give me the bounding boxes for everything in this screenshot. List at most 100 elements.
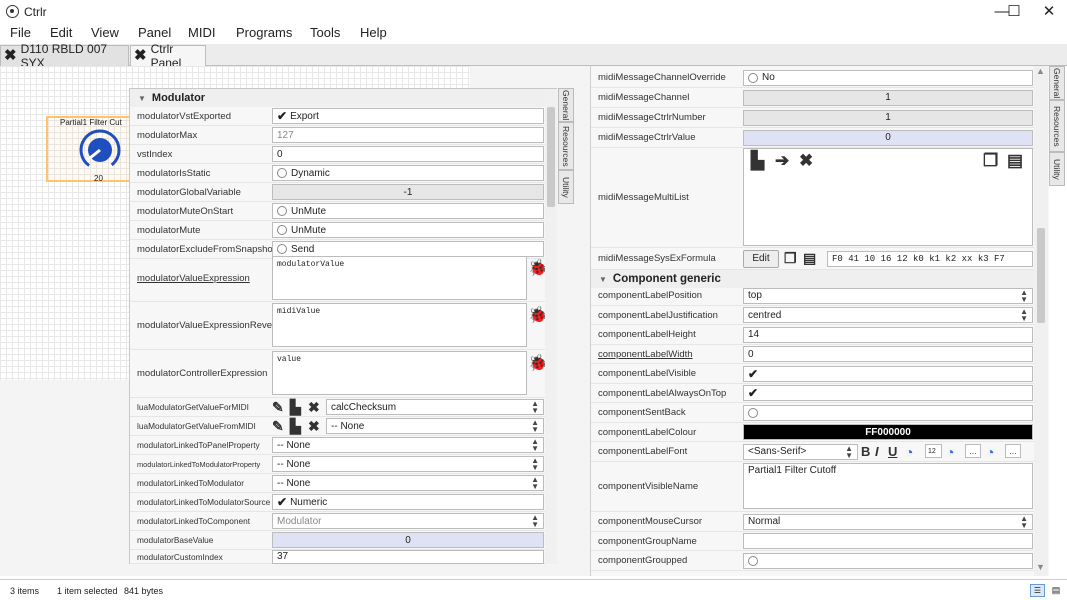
font-size-field[interactable]: 12 <box>925 444 942 458</box>
details-view-icon[interactable]: ☰ <box>1030 584 1045 597</box>
close-button[interactable]: ✕ <box>1032 0 1066 24</box>
menu-panel[interactable]: Panel <box>138 25 171 40</box>
collapse-icon[interactable]: ▼ <box>599 275 607 284</box>
label-width-field[interactable]: 0 <box>743 346 1033 362</box>
ctrlr-number-slider[interactable]: 1 <box>743 109 1033 126</box>
edit-pencil-icon[interactable]: ✎ <box>272 399 284 416</box>
tab-ctrlr-panel[interactable]: ✖ Ctrlr Panel <box>130 42 206 70</box>
new-file-icon[interactable]: ▙ <box>290 399 301 416</box>
label-always-on-top-checkbox[interactable]: ✔ <box>743 385 1033 401</box>
sent-back-radio[interactable] <box>743 404 1033 421</box>
delete-x-icon[interactable]: ✖ <box>308 399 320 416</box>
label-height-field[interactable]: 14 <box>743 326 1033 343</box>
copy-icon[interactable]: ❐ <box>784 250 797 267</box>
copy-icon[interactable]: ❐ <box>983 151 998 171</box>
linked-modulator-property-select[interactable]: -- None ▲ ▼ <box>272 456 544 472</box>
ctrlr-value-slider[interactable]: 0 <box>743 129 1033 146</box>
font-rotate-icon[interactable]: ◔ <box>905 444 913 460</box>
label-font-select[interactable]: <Sans-Serif> ▲ ▼ <box>743 443 858 460</box>
mouse-cursor-select[interactable]: Normal ▲ ▼ <box>743 513 1033 530</box>
paste-icon[interactable]: ▤ <box>803 250 816 267</box>
delete-x-icon[interactable]: ✖ <box>308 418 320 435</box>
linked-modulator-select[interactable]: -- None ▲ ▼ <box>272 475 544 491</box>
is-static-radio[interactable]: Dynamic <box>272 165 544 181</box>
collapse-icon[interactable]: ▼ <box>138 94 146 103</box>
menu-view[interactable]: View <box>91 25 119 40</box>
midi-channel-slider[interactable]: 1 <box>743 89 1033 106</box>
section-header-modulator[interactable]: ▼ Modulator <box>130 89 545 107</box>
lua-get-value-from-midi-select[interactable]: -- None ▲ ▼ <box>326 418 544 434</box>
menu-programs[interactable]: Programs <box>236 25 292 40</box>
prop-label-link[interactable]: modulatorValueExpression <box>137 273 250 284</box>
right-panel-scrollbar[interactable]: ▲ ▼ <box>1034 66 1048 576</box>
list-view-icon[interactable]: ▤ <box>1049 584 1063 597</box>
linked-component-select[interactable]: Modulator ▲ ▼ <box>272 513 544 529</box>
prop-row: midiMessageCtrlrNumber 1 <box>591 108 1034 128</box>
vtab-utility[interactable]: Utility <box>558 170 574 204</box>
mute-on-start-radio[interactable]: UnMute <box>272 203 544 219</box>
bold-icon[interactable]: B <box>861 444 870 459</box>
prop-row: modulatorLinkedToModulator -- None ▲ ▼ <box>130 474 545 493</box>
scrollbar-thumb[interactable] <box>547 107 555 207</box>
left-panel-scrollbar[interactable] <box>545 89 557 564</box>
new-file-icon[interactable]: ▙ <box>751 151 764 171</box>
font-stretch-icon[interactable]: ◔ <box>986 444 994 460</box>
prop-label-link[interactable]: componentLabelWidth <box>598 349 693 360</box>
new-file-icon[interactable]: ▙ <box>290 418 301 435</box>
font-more-button[interactable]: … <box>1005 444 1021 458</box>
font-more-button[interactable]: … <box>965 444 981 458</box>
menu-help[interactable]: Help <box>360 25 387 40</box>
italic-icon[interactable]: I <box>875 444 879 459</box>
linked-panel-property-select[interactable]: -- None ▲ ▼ <box>272 437 544 453</box>
menu-midi[interactable]: MIDI <box>188 25 215 40</box>
lua-get-value-for-midi-select[interactable]: calcChecksum ▲ ▼ <box>326 399 544 415</box>
close-tab-icon[interactable]: ✖ <box>4 48 17 63</box>
menu-edit[interactable]: Edit <box>50 25 72 40</box>
mute-radio[interactable]: UnMute <box>272 222 544 238</box>
vst-exported-checkbox[interactable]: ✔ Export <box>272 108 544 124</box>
font-kerning-icon[interactable]: ◔ <box>946 444 954 460</box>
label-visible-checkbox[interactable]: ✔ <box>743 365 1033 382</box>
linked-modulator-source-checkbox[interactable]: ✔ Numeric <box>272 494 544 510</box>
underline-icon[interactable]: U <box>888 444 897 459</box>
edit-sysex-button[interactable]: Edit <box>743 249 779 268</box>
label-position-select[interactable]: top ▲ ▼ <box>743 287 1033 304</box>
knob-icon[interactable] <box>78 128 122 172</box>
prop-label: midiMessageChannelOverride <box>598 72 726 83</box>
global-variable-slider[interactable]: -1 <box>272 184 544 200</box>
vtab-resources[interactable]: Resources <box>1049 100 1065 152</box>
menu-tools[interactable]: Tools <box>310 25 340 40</box>
grouped-radio[interactable] <box>743 552 1033 569</box>
modulator-max-field[interactable]: 127 <box>272 127 544 143</box>
import-icon[interactable]: ➔ <box>775 151 789 171</box>
channel-override-radio[interactable]: No <box>743 69 1033 86</box>
paste-icon[interactable]: ▤ <box>1007 151 1023 171</box>
close-tab-icon[interactable]: ✖ <box>134 48 147 63</box>
scroll-up-icon[interactable]: ▲ <box>1036 66 1045 76</box>
custom-index-field[interactable]: 37 <box>272 549 544 564</box>
vst-index-field[interactable]: 0 <box>272 146 544 162</box>
prop-row: midiMessageSysExFormula Edit ❐ ▤ F0 41 1… <box>591 248 1034 270</box>
vtab-general[interactable]: General <box>558 88 574 122</box>
maximize-button[interactable]: ☐ <box>997 0 1031 24</box>
label-colour-picker[interactable]: FF000000 <box>743 424 1033 440</box>
controller-expression-editor[interactable]: value <box>272 351 527 395</box>
delete-x-icon[interactable]: ✖ <box>799 151 813 171</box>
group-name-field[interactable] <box>743 533 1033 549</box>
label-justification-select[interactable]: centred ▲ ▼ <box>743 307 1033 323</box>
vtab-utility[interactable]: Utility <box>1049 152 1065 186</box>
prop-row: componentMouseCursor Normal ▲ ▼ <box>591 512 1034 532</box>
radio-icon <box>748 555 758 566</box>
scrollbar-thumb[interactable] <box>1037 228 1045 323</box>
menu-file[interactable]: File <box>10 25 31 40</box>
vtab-general[interactable]: General <box>1049 66 1065 100</box>
scroll-down-icon[interactable]: ▼ <box>1036 562 1045 572</box>
value-expression-editor[interactable]: modulatorValue <box>272 256 527 300</box>
visible-name-textarea[interactable]: Partial1 Filter Cutoff <box>743 463 1033 509</box>
tab-d110[interactable]: ✖ D110 RBLD 007 SYX <box>0 42 129 70</box>
value-expression-reverse-editor[interactable]: midiValue <box>272 303 527 347</box>
sysex-formula-field[interactable]: F0 41 10 16 12 k0 k1 k2 xx k3 F7 <box>827 250 1033 267</box>
edit-pencil-icon[interactable]: ✎ <box>272 418 284 435</box>
base-value-slider[interactable]: 0 <box>272 532 544 548</box>
vtab-resources[interactable]: Resources <box>558 122 574 170</box>
